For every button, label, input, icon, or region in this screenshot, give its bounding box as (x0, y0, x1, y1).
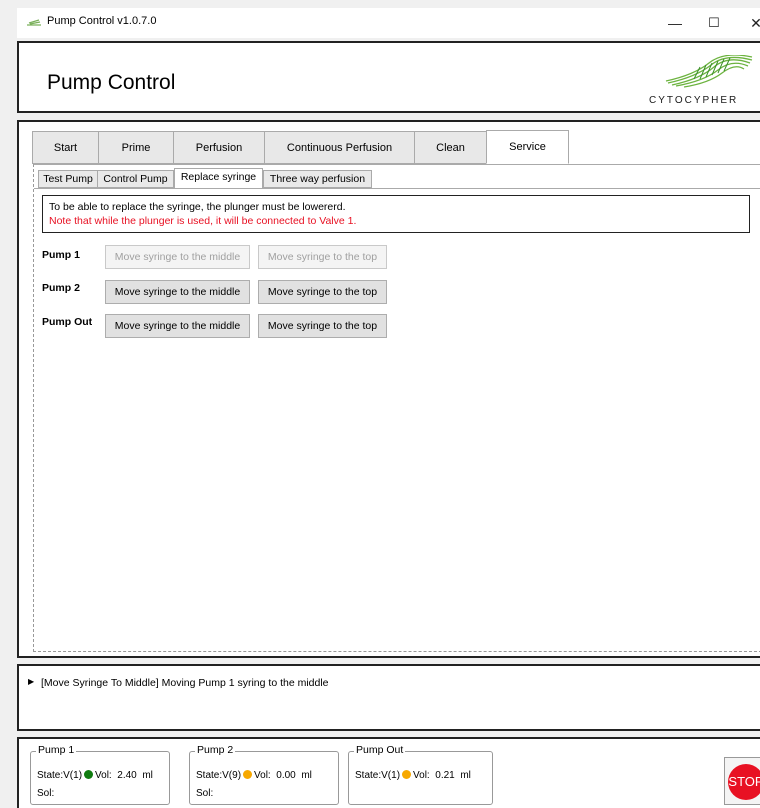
pump-2-label: Pump 2 (42, 282, 80, 294)
pump-1-move-top-button[interactable]: Move syringe to the top (258, 245, 387, 269)
state-text: State:V(1) (355, 770, 401, 781)
pump-2-sol: Sol: (196, 788, 214, 799)
pump-out-status-title: Pump Out (354, 744, 406, 756)
pump-out-label: Pump Out (42, 316, 93, 328)
pump-1-status-group: Pump 1 State:V(1) Vol: 2.40 ml Sol: (30, 744, 170, 805)
pump-2-move-top-button[interactable]: Move syringe to the top (258, 280, 387, 304)
tab-service[interactable]: Service (486, 130, 569, 164)
logo-graphic-icon (665, 55, 753, 88)
vol-label: Vol: (413, 770, 430, 781)
pump-2-status-title: Pump 2 (195, 744, 236, 756)
maximize-button[interactable]: ☐ (703, 12, 725, 34)
expand-arrow-icon[interactable]: ▶ (28, 677, 34, 686)
tab-clean[interactable]: Clean (414, 131, 487, 164)
pump-out-move-middle-button[interactable]: Move syringe to the middle (105, 314, 250, 338)
pump-1-label: Pump 1 (42, 249, 80, 261)
state-text: State:V(9) (196, 770, 242, 781)
window-title: Pump Control v1.0.7.0 (47, 15, 157, 27)
vol-unit: ml (460, 770, 471, 781)
pump-1-sol: Sol: (37, 788, 55, 799)
main-panel: Start Prime Perfusion Continuous Perfusi… (17, 120, 760, 658)
stop-button[interactable]: STOP (724, 757, 760, 805)
minimize-button[interactable]: — (664, 12, 686, 34)
pump-2-move-middle-button[interactable]: Move syringe to the middle (105, 280, 250, 304)
pump-2-status-group: Pump 2 State:V(9) Vol: 0.00 ml Sol: (189, 744, 339, 805)
tab-continuous-perfusion[interactable]: Continuous Perfusion (264, 131, 415, 164)
vol-unit: ml (301, 770, 312, 781)
subtab-three-way-perfusion[interactable]: Three way perfusion (263, 170, 372, 188)
tab-prime[interactable]: Prime (98, 131, 174, 164)
state-text: State:V(1) (37, 770, 83, 781)
tab-perfusion[interactable]: Perfusion (173, 131, 265, 164)
app-icon (27, 17, 41, 26)
vol-value: 2.40 (117, 770, 137, 781)
subtab-test-pump[interactable]: Test Pump (38, 170, 98, 188)
vol-unit: ml (142, 770, 153, 781)
note-text: To be able to replace the syringe, the p… (49, 201, 346, 213)
pump-1-move-middle-button[interactable]: Move syringe to the middle (105, 245, 250, 269)
subtab-replace-syringe[interactable]: Replace syringe (174, 168, 263, 189)
vol-label: Vol: (254, 770, 271, 781)
log-panel: ▶ [Move Syringe To Middle] Moving Pump 1… (17, 664, 760, 731)
log-message: [Move Syringe To Middle] Moving Pump 1 s… (41, 677, 329, 689)
pump-2-state: State:V(9) Vol: 0.00 ml (196, 770, 312, 781)
vol-value: 0.00 (276, 770, 296, 781)
close-button[interactable]: ✕ (745, 12, 760, 34)
status-dot-icon (402, 770, 412, 779)
pump-out-status-group: Pump Out State:V(1) Vol: 0.21 ml (348, 744, 493, 805)
page-title: Pump Control (47, 71, 176, 94)
window-titlebar: Pump Control v1.0.7.0 — ☐ ✕ (17, 8, 760, 38)
company-logo: CYTOCYPHER (639, 53, 759, 111)
pump-1-status-title: Pump 1 (36, 744, 77, 756)
pump-1-state: State:V(1) Vol: 2.40 ml (37, 770, 153, 781)
status-panel: Pump 1 State:V(1) Vol: 2.40 ml Sol: Pump … (17, 737, 760, 808)
note-warning-text: Note that while the plunger is used, it … (49, 215, 357, 227)
vol-value: 0.21 (435, 770, 455, 781)
service-tab-content: Test Pump Control Pump Replace syringe T… (33, 164, 760, 652)
status-dot-icon (84, 770, 94, 779)
app-header: Pump Control CYTOCYPHER (17, 41, 760, 113)
replace-syringe-content: To be able to replace the syringe, the p… (34, 188, 760, 653)
info-note: To be able to replace the syringe, the p… (42, 195, 750, 233)
vol-label: Vol: (95, 770, 112, 781)
stop-label: STOP (728, 764, 760, 800)
logo-text: CYTOCYPHER (649, 95, 739, 106)
pump-out-move-top-button[interactable]: Move syringe to the top (258, 314, 387, 338)
tab-start[interactable]: Start (32, 131, 99, 164)
subtab-control-pump[interactable]: Control Pump (97, 170, 174, 188)
status-dot-icon (243, 770, 253, 779)
pump-out-state: State:V(1) Vol: 0.21 ml (355, 770, 471, 781)
